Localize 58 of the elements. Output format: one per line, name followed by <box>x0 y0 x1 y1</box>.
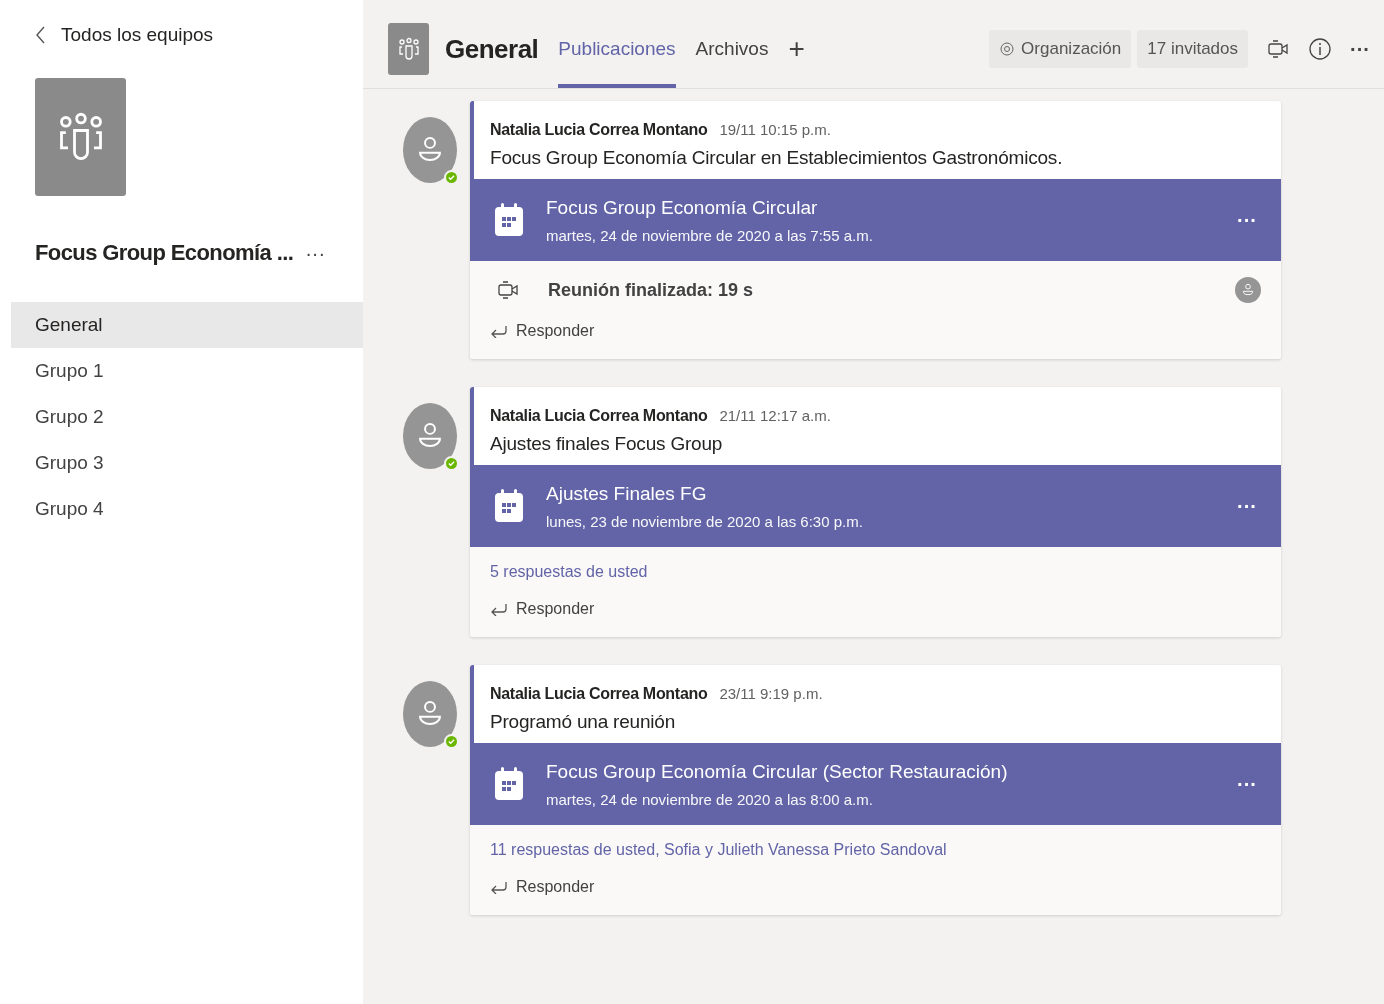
team-icon <box>396 37 421 61</box>
reply-arrow-icon <box>490 880 508 894</box>
calendar-icon <box>494 767 524 801</box>
more-options-button[interactable]: ··· <box>305 241 326 265</box>
meeting-banner[interactable]: Focus Group Economía Circular (Sector Restauración) martes, 24 de noviembre de 2020 a las 8:00 a.m. ··· <box>470 743 1281 825</box>
eye-icon <box>999 41 1016 57</box>
reply-arrow-icon <box>490 324 508 338</box>
post-text: Ajustes finales Focus Group <box>490 433 724 455</box>
more-options-button[interactable]: ··· <box>1350 37 1370 61</box>
meeting-date: lunes, 23 de noviembre de 2020 a las 6:30 p.m. <box>546 512 863 530</box>
back-chevron-icon[interactable] <box>35 25 47 45</box>
channel-title: General <box>445 33 539 65</box>
organization-button[interactable]: Organización <box>989 30 1132 68</box>
channel-item[interactable]: Grupo 2 <box>11 394 363 440</box>
video-camera-icon[interactable] <box>1266 37 1290 61</box>
meeting-title: Focus Group Economía Circular <box>546 196 819 219</box>
more-options-button[interactable]: ··· <box>1237 772 1257 796</box>
replies-link[interactable]: 11 respuestas de usted, Sofia y Julieth Vanessa Prieto Sandoval <box>490 833 947 867</box>
post-time: 23/11 9:19 p.m. <box>719 685 823 702</box>
channel-item[interactable]: Grupo 1 <box>11 348 363 394</box>
user-avatar <box>403 403 457 469</box>
calendar-icon <box>494 203 524 237</box>
post-time: 21/11 12:17 a.m. <box>719 407 831 424</box>
meeting-date: martes, 24 de noviembre de 2020 a las 7:55 a.m. <box>546 226 873 244</box>
more-options-button[interactable]: ··· <box>1237 208 1257 232</box>
post-time: 19/11 10:15 p.m. <box>719 121 831 138</box>
author-name: Natalia Lucia Correa Montano <box>490 685 708 703</box>
user-avatar <box>403 117 457 183</box>
channel-item[interactable]: Grupo 3 <box>11 440 363 486</box>
user-avatar <box>403 681 457 747</box>
author-name: Natalia Lucia Correa Montano <box>490 121 708 139</box>
info-icon[interactable] <box>1308 37 1332 61</box>
tab[interactable]: Publicaciones <box>558 10 676 88</box>
meeting-ended-text: Reunión finalizada: 19 s <box>548 279 754 301</box>
meeting-banner[interactable]: Focus Group Economía Circular martes, 24 de noviembre de 2020 a las 7:55 a.m. ··· <box>470 179 1281 261</box>
meeting-title: Ajustes Finales FG <box>546 482 708 505</box>
participant-avatar <box>1235 277 1261 303</box>
channel-item[interactable]: Grupo 4 <box>11 486 363 532</box>
post-text: Programó una reunión <box>490 711 677 733</box>
video-camera-icon <box>496 278 520 302</box>
back-link[interactable]: Todos los equipos <box>61 24 214 46</box>
meeting-title: Focus Group Economía Circular (Sector Restauración) <box>546 760 1008 783</box>
guests-button[interactable]: 17 invitados <box>1137 30 1248 68</box>
tab[interactable]: Archivos <box>695 10 769 88</box>
reply-arrow-icon <box>490 602 508 616</box>
meeting-date: martes, 24 de noviembre de 2020 a las 8:00 a.m. <box>546 790 874 808</box>
more-options-button[interactable]: ··· <box>1237 494 1257 518</box>
calendar-icon <box>494 489 524 523</box>
reply-button[interactable]: Responder <box>516 600 595 618</box>
reply-button[interactable]: Responder <box>516 322 595 340</box>
post-text: Focus Group Economía Circular en Establecimientos Gastronómicos. <box>490 147 1064 169</box>
channel-item[interactable]: General <box>11 302 363 348</box>
replies-link[interactable]: 5 respuestas de usted <box>490 555 648 589</box>
meeting-banner[interactable]: Ajustes Finales FG lunes, 23 de noviembre de 2020 a las 6:30 p.m. ··· <box>470 465 1281 547</box>
team-name: Focus Group Economía ... <box>35 240 294 266</box>
reply-button[interactable]: Responder <box>516 878 595 896</box>
add-tab-button[interactable]: + <box>788 33 805 65</box>
author-name: Natalia Lucia Correa Montano <box>490 407 708 425</box>
